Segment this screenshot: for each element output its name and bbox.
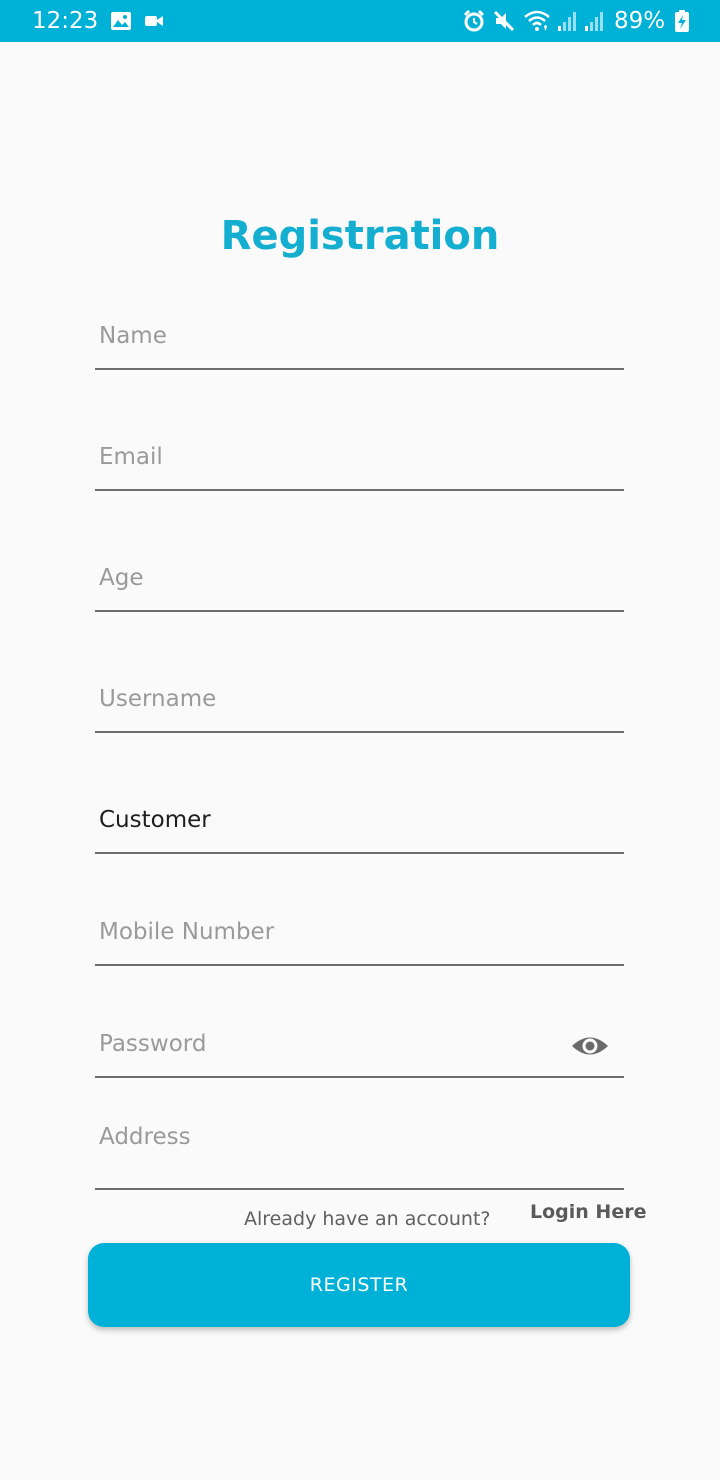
mobile-underline: [95, 964, 624, 966]
username-underline: [95, 731, 624, 733]
username-field: [95, 673, 624, 733]
age-underline: [95, 610, 624, 612]
password-underline: [95, 1076, 624, 1078]
signal-icon: [558, 12, 576, 31]
battery-charging-icon: [675, 10, 689, 32]
name-field: [95, 310, 624, 370]
role-field[interactable]: Customer: [95, 794, 624, 854]
video-icon: [145, 16, 163, 26]
age-field: [95, 552, 624, 612]
role-underline: [95, 852, 624, 854]
name-underline: [95, 368, 624, 370]
register-button[interactable]: REGISTER: [88, 1243, 630, 1327]
signal-icon: [585, 12, 603, 31]
role-value[interactable]: Customer: [99, 805, 211, 835]
wifi-icon: [524, 10, 550, 31]
email-field: [95, 431, 624, 491]
gallery-icon: [111, 12, 131, 30]
mobile-number-input[interactable]: [99, 912, 539, 952]
username-input[interactable]: [99, 679, 539, 719]
eye-icon[interactable]: [570, 1029, 610, 1063]
alarm-icon: [463, 9, 485, 32]
name-input[interactable]: [99, 316, 539, 356]
status-time: 12:23: [32, 8, 99, 34]
password-input[interactable]: [99, 1024, 539, 1064]
already-have-account-text: Already have an account?: [244, 1208, 491, 1230]
address-underline: [95, 1188, 624, 1190]
email-underline: [95, 489, 624, 491]
mute-icon: [493, 10, 515, 32]
age-input[interactable]: [99, 558, 539, 598]
page-title: Registration: [220, 213, 500, 259]
login-here-link[interactable]: Login Here: [530, 1199, 646, 1225]
address-field: [95, 1111, 624, 1190]
email-input[interactable]: [99, 437, 539, 477]
battery-percent: 89%: [614, 8, 666, 34]
address-input[interactable]: [99, 1117, 539, 1157]
status-bar: 12:23 89%: [0, 0, 720, 42]
mobile-field: [95, 906, 624, 966]
password-field: [95, 1018, 624, 1078]
